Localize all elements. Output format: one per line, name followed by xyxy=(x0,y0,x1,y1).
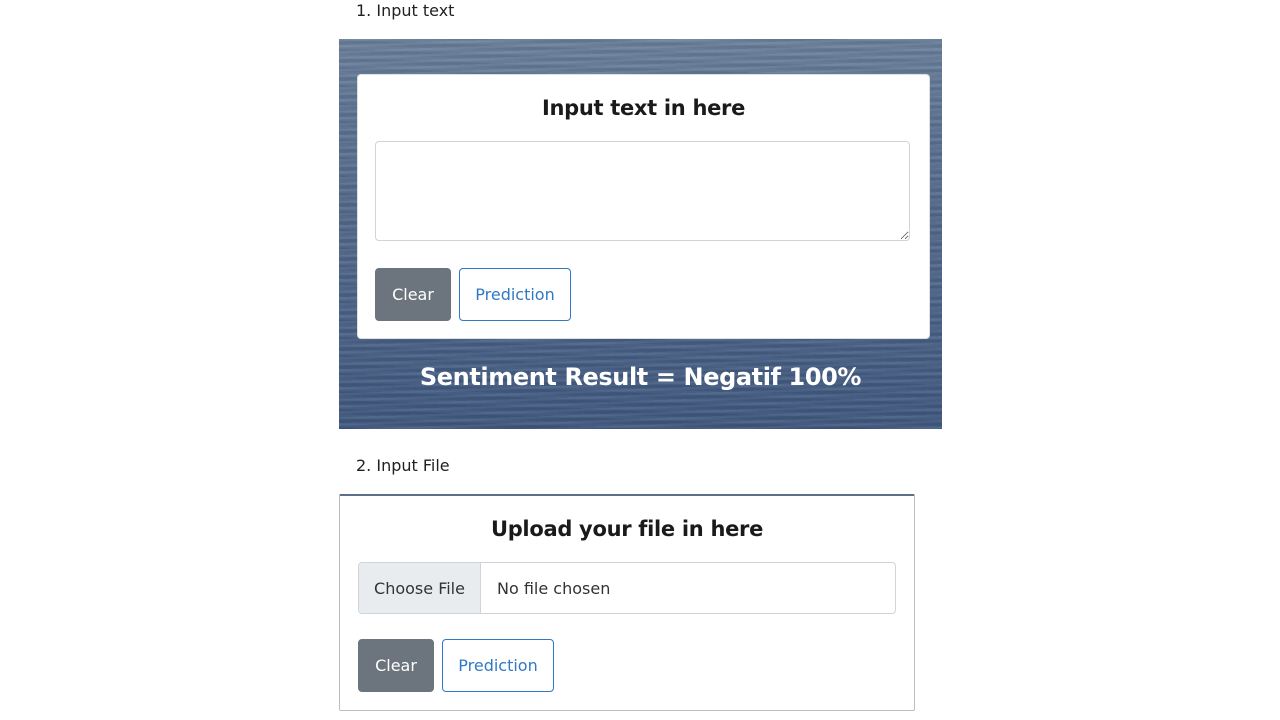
file-input[interactable]: Choose File No file chosen xyxy=(358,562,896,614)
file-clear-button[interactable]: Clear xyxy=(358,639,434,692)
text-input-card: Input text in here Clear Prediction xyxy=(357,74,930,339)
text-card-title: Input text in here xyxy=(541,96,746,120)
section-1-label: 1. Input text xyxy=(356,1,455,20)
text-prediction-button[interactable]: Prediction xyxy=(459,268,571,321)
choose-file-button[interactable]: Choose File xyxy=(359,563,481,613)
file-upload-card: Upload your file in here Choose File No … xyxy=(339,494,915,711)
file-card-title: Upload your file in here xyxy=(490,517,764,541)
section-2-label: 2. Input File xyxy=(356,456,450,475)
text-clear-button[interactable]: Clear xyxy=(375,268,451,321)
text-input-section: Input text in here Clear Prediction Sent… xyxy=(339,39,942,429)
file-status-text: No file chosen xyxy=(497,578,611,598)
sentiment-result: Sentiment Result = Negatif 100% xyxy=(419,363,862,391)
file-prediction-button[interactable]: Prediction xyxy=(442,639,554,692)
text-input-area[interactable] xyxy=(375,141,910,241)
